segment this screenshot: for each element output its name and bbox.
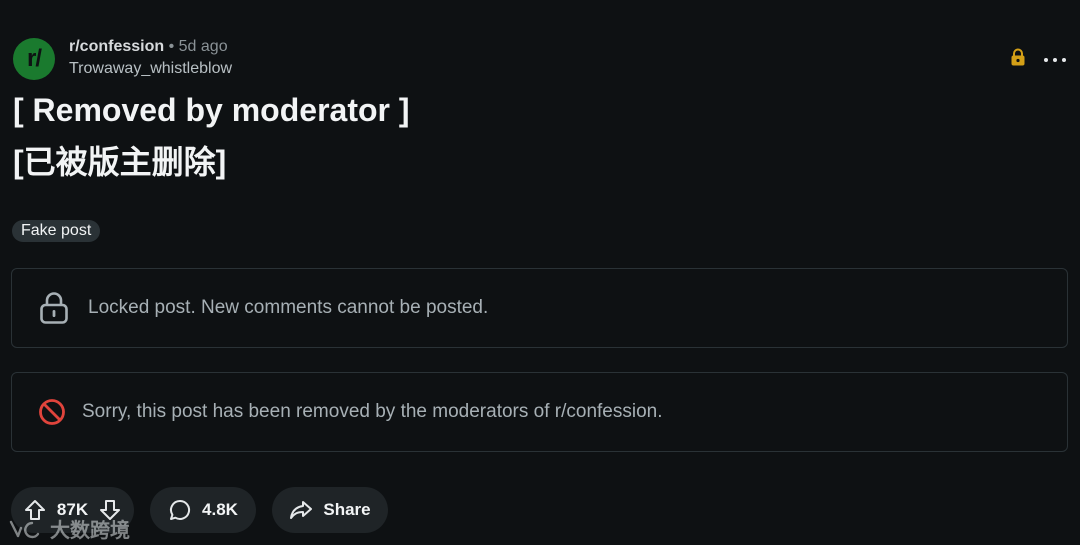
subreddit-avatar[interactable]: r/ <box>13 38 55 80</box>
post-header: r/ r/confession • 5d ago Trowaway_whistl… <box>13 36 1066 82</box>
comment-icon <box>168 498 192 522</box>
post-title: [ Removed by moderator ] <box>13 92 410 128</box>
lock-icon <box>1010 48 1026 71</box>
removed-notice: Sorry, this post has been removed by the… <box>11 372 1068 452</box>
post-flair[interactable]: Fake post <box>12 220 101 242</box>
share-icon <box>289 498 313 522</box>
share-button[interactable]: Share <box>272 487 388 533</box>
removed-notice-text: Sorry, this post has been removed by the… <box>82 401 663 422</box>
upvote-icon[interactable] <box>23 498 47 522</box>
post-page: r/ r/confession • 5d ago Trowaway_whistl… <box>0 0 1080 545</box>
comment-count: 4.8K <box>202 500 238 519</box>
author-link[interactable]: Trowaway_whistleblow <box>69 58 232 80</box>
locked-notice-text: Locked post. New comments cannot be post… <box>88 297 489 318</box>
post-meta-line: r/confession • 5d ago <box>69 36 232 58</box>
meta-separator: • <box>168 38 175 55</box>
comments-button[interactable]: 4.8K <box>150 487 256 533</box>
header-actions <box>1010 48 1066 71</box>
subreddit-link[interactable]: r/confession <box>69 38 164 55</box>
post-action-bar: 87K 4.8K Share <box>11 487 388 533</box>
downvote-icon[interactable] <box>98 498 122 522</box>
vote-control: 87K <box>11 487 134 533</box>
post-meta: r/confession • 5d ago Trowaway_whistlebl… <box>69 36 232 80</box>
share-label: Share <box>323 500 371 519</box>
prohibited-icon <box>35 395 69 429</box>
post-title-translation: [已被版主删除] <box>13 144 227 180</box>
locked-notice: Locked post. New comments cannot be post… <box>11 268 1068 348</box>
post-age: 5d ago <box>178 38 228 55</box>
lock-icon <box>37 291 71 325</box>
vote-count: 87K <box>56 500 89 519</box>
more-options-icon[interactable] <box>1044 50 1066 70</box>
